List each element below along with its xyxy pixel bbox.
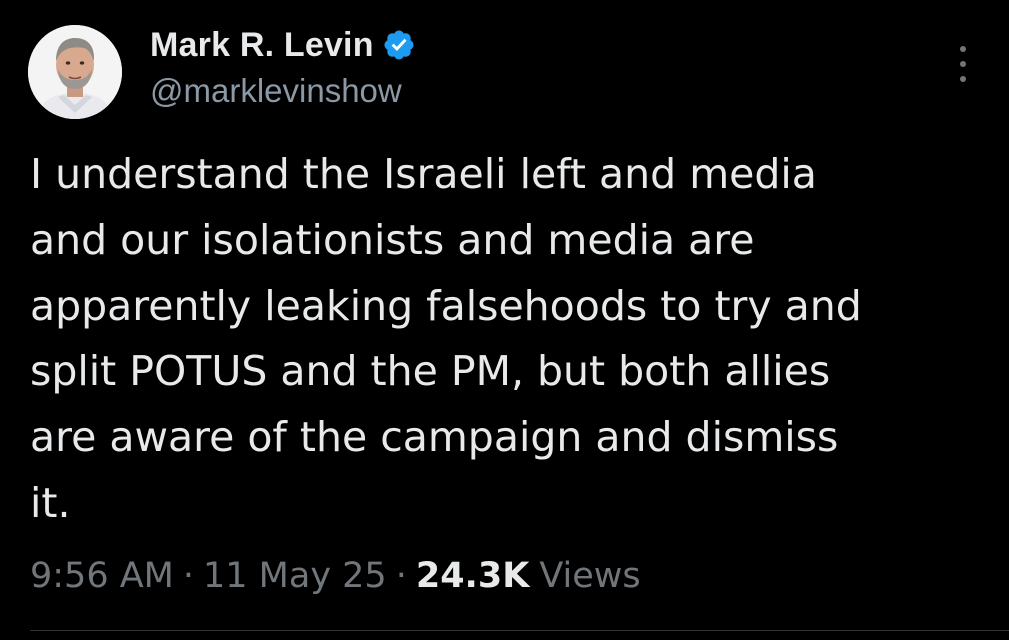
author-avatar[interactable] [28, 25, 122, 119]
meta-separator: · [395, 556, 407, 596]
views-count[interactable]: 24.3K [416, 556, 529, 596]
more-options-icon[interactable] [948, 46, 978, 82]
tweet-card: Mark R. Levin @marklevinshow I understan… [0, 0, 1009, 640]
more-dot [960, 61, 966, 67]
author-display-name[interactable]: Mark R. Levin [150, 26, 374, 65]
divider [30, 630, 1009, 631]
tweet-text-line: I understand the Israeli left and media [30, 150, 817, 198]
meta-separator: · [182, 556, 195, 596]
tweet-text-line: and our isolationists and media are [30, 215, 755, 264]
tweet-header: Mark R. Levin @marklevinshow [150, 22, 850, 110]
more-dot [960, 76, 966, 82]
tweet-text-line: it. [30, 478, 71, 527]
tweet-text: I understand the Israeli left and media … [30, 142, 990, 537]
tweet-meta: 9:56 AM · 11 May 25 · 24.3K Views [30, 556, 641, 596]
name-row: Mark R. Levin [150, 22, 850, 68]
tweet-text-line: are aware of the campaign and dismiss [30, 413, 839, 462]
author-handle[interactable]: @marklevinshow [150, 72, 850, 110]
profile-photo-icon [28, 25, 122, 119]
views-label[interactable]: Views [539, 556, 640, 596]
verified-badge-icon[interactable] [382, 28, 416, 62]
tweet-text-line: apparently leaking falsehoods to try and [30, 281, 862, 330]
more-dot [960, 46, 966, 52]
tweet-time[interactable]: 9:56 AM [30, 556, 174, 596]
tweet-text-line: split POTUS and the PM, but both allies [30, 347, 831, 396]
tweet-date[interactable]: 11 May 25 [203, 556, 387, 596]
